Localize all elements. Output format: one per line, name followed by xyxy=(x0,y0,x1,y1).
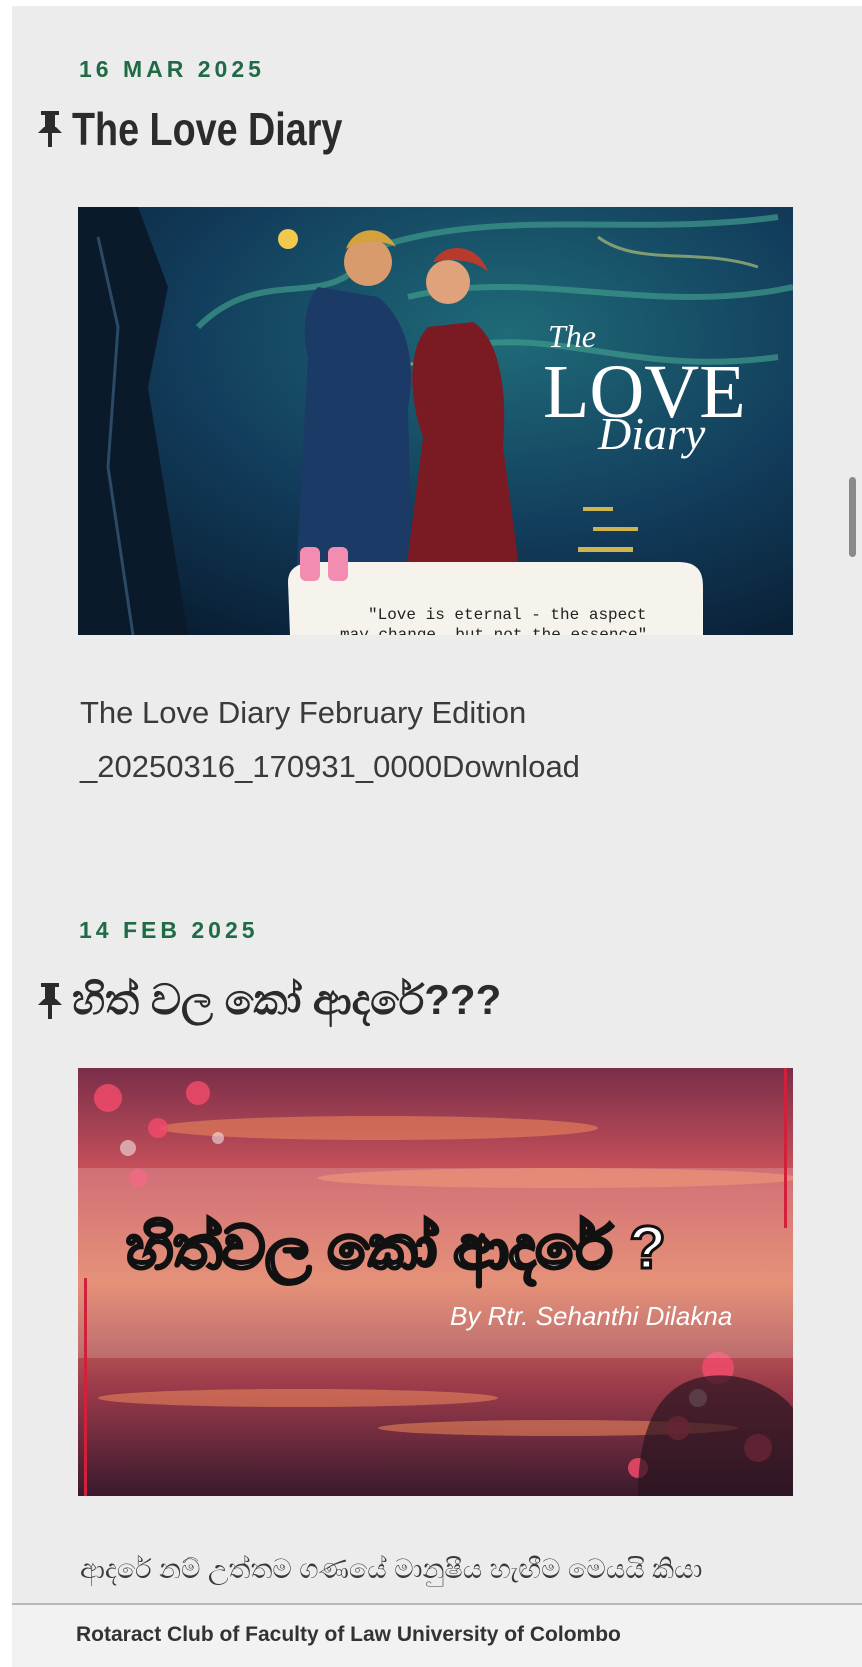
post-title[interactable]: හිත් වල කෝ ආදරේ??? xyxy=(72,976,501,1025)
image-banner-text: හිත්වල කෝ ආදරේ ? xyxy=(126,1214,666,1287)
site-footer-bar: Rotaract Club of Faculty of Law Universi… xyxy=(12,1603,862,1667)
image-quote-line-2: may change, but not the essence" xyxy=(340,626,647,635)
page: 16 MAR 2025 The Love Diary The LOVE Diar… xyxy=(0,0,862,1667)
post-date: 16 MAR 2025 xyxy=(79,56,265,82)
post-title-row[interactable]: The Love Diary xyxy=(34,102,402,156)
post-date: 14 FEB 2025 xyxy=(79,917,259,943)
post-excerpt-line: The Love Diary February Edition xyxy=(80,695,527,730)
post-excerpt: ආදරේ නම් උත්තම ගණයේ මානුෂීය හැඟීම මෙයයි … xyxy=(80,1542,702,1596)
post-title-row[interactable]: හිත් වල කෝ ආදරේ??? xyxy=(34,976,501,1025)
image-quote-line-1: "Love is eternal - the aspect xyxy=(368,606,646,624)
image-title-script: Diary xyxy=(597,408,706,459)
post-featured-image[interactable]: The LOVE Diary "Love is eternal - the as… xyxy=(78,207,793,635)
image-title-small: The xyxy=(548,318,596,354)
scrollbar-thumb[interactable] xyxy=(849,477,856,557)
post-title[interactable]: The Love Diary xyxy=(72,102,342,156)
pushpin-icon xyxy=(38,111,62,147)
post-download-link[interactable]: _20250316_170931_0000Download xyxy=(80,740,580,794)
post-excerpt: The Love Diary February Edition _2025031… xyxy=(80,686,580,794)
post-excerpt-line: ආදරේ නම් උත්තම ගණයේ මානුෂීය හැඟීම මෙයයි … xyxy=(80,1554,703,1584)
post-featured-image[interactable]: හිත්වල කෝ ආදරේ ? By Rtr. Sehanthi Dilakn… xyxy=(78,1068,793,1496)
content-panel: 16 MAR 2025 The Love Diary The LOVE Diar… xyxy=(12,6,862,1603)
pushpin-icon xyxy=(38,982,62,1019)
love-diary-cover-image: The LOVE Diary "Love is eternal - the as… xyxy=(78,207,793,635)
site-footer-title[interactable]: Rotaract Club of Faculty of Law Universi… xyxy=(76,1623,621,1647)
image-byline: By Rtr. Sehanthi Dilakna xyxy=(450,1301,732,1331)
hith-wala-ko-adare-banner-image: හිත්වල කෝ ආදරේ ? By Rtr. Sehanthi Dilakn… xyxy=(78,1068,793,1496)
